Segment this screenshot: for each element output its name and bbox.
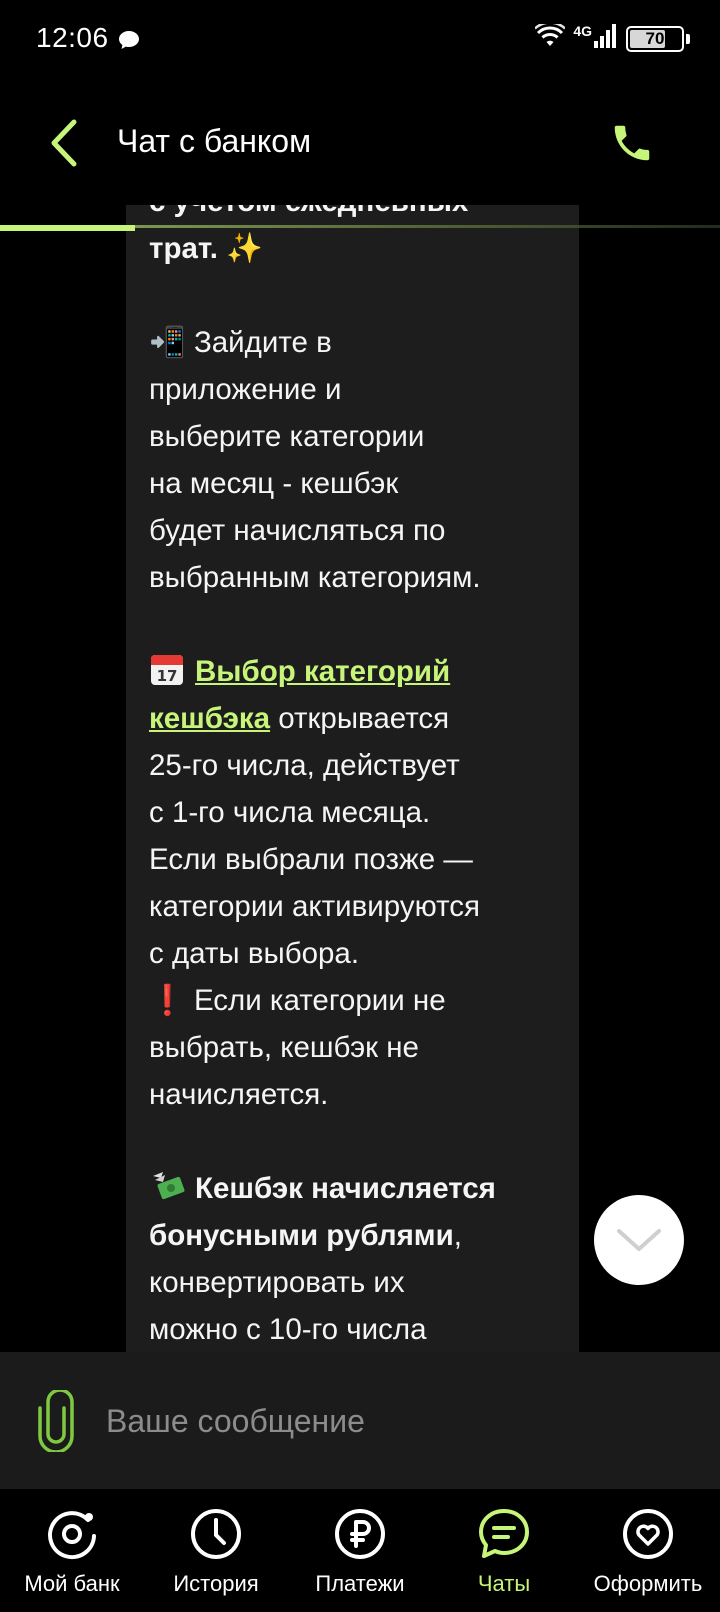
message-line: начисляется. — [149, 1078, 329, 1111]
nav-label: История — [173, 1571, 259, 1596]
message-line: Если выбрали позже — — [149, 843, 473, 876]
scroll-to-bottom-button[interactable] — [594, 1195, 684, 1285]
message-line: с 1-го числа месяца. — [149, 796, 431, 829]
chat-header: Чат с банком — [0, 95, 720, 190]
bottom-navigation: Мой банк История Платежи Чаты Оформить — [0, 1489, 720, 1612]
back-button[interactable] — [38, 115, 88, 171]
nav-label: Чаты — [477, 1571, 531, 1596]
network-type: 4G — [573, 22, 592, 39]
message-line: приложение и — [149, 373, 342, 406]
message-bold-line: Кешбэк начисляется — [195, 1172, 496, 1205]
message-composer — [0, 1352, 720, 1489]
nav-item-payments[interactable]: Платежи — [288, 1489, 432, 1612]
message-line: открывается — [270, 702, 450, 735]
status-bar: 12:06 4G 70 — [0, 0, 720, 80]
message-line: выбранным категориям. — [149, 561, 481, 594]
nav-label: Оформить — [593, 1571, 703, 1596]
message-line: будет начисляться по — [149, 514, 446, 547]
message-list[interactable]: с учетом ежедневных трат. ✨ 📲 Зайдите в … — [0, 205, 720, 1352]
battery-nub — [686, 33, 690, 44]
call-button[interactable] — [604, 115, 660, 171]
my-bank-icon — [43, 1505, 101, 1563]
sparkles-icon: ✨ — [226, 232, 263, 265]
message-bold-line: трат. — [149, 232, 218, 265]
wifi-icon — [534, 21, 567, 53]
message-line: Если категории не — [193, 984, 446, 1017]
clock-icon — [187, 1505, 245, 1563]
message-line: можно с 10-го числа — [149, 1313, 427, 1346]
message-line: Зайдите в — [193, 326, 332, 359]
cashback-categories-link[interactable]: Выбор категорий — [195, 655, 450, 688]
status-indicators: 4G 70 — [534, 21, 690, 53]
message-bold-line: с учетом ежедневных — [149, 205, 468, 218]
chevron-left-icon — [51, 119, 77, 167]
chat-icon — [475, 1505, 533, 1563]
nav-label: Мой банк — [24, 1571, 120, 1596]
message-line: 25-го числа, действует — [149, 749, 460, 782]
chat-screen: 12:06 4G 70 Чат с банком трат. ✨ 📲 Зайди… — [0, 0, 720, 1612]
message-line: конвертировать их — [149, 1266, 405, 1299]
message-bold-line: бонусными рублями — [149, 1219, 454, 1252]
calendar-icon: 17 — [149, 651, 185, 687]
nav-label: Платежи — [315, 1571, 405, 1596]
heart-icon — [619, 1505, 677, 1563]
exclamation-icon: ❗ — [149, 984, 186, 1017]
message-line: с даты выбора. — [149, 937, 360, 970]
nav-item-chats[interactable]: Чаты — [432, 1489, 576, 1612]
message-punct: , — [453, 1219, 462, 1252]
message-text: с учетом ежедневных трат. ✨ 📲 Зайдите в … — [149, 205, 569, 1352]
message-line: выбрать, кешбэк не — [149, 1031, 419, 1064]
cashback-categories-link-cont[interactable]: кешбэка — [149, 702, 270, 735]
message-line: на месяц - кешбэк — [149, 467, 399, 500]
phone-icon — [614, 125, 650, 161]
battery-icon: 70 — [626, 25, 684, 52]
chat-notification-icon — [118, 30, 140, 55]
page-title: Чат с банком — [117, 123, 312, 159]
mobile-arrow-icon: 📲 — [149, 326, 186, 359]
render-artifact-line — [0, 225, 720, 231]
message-line: выберите категории — [149, 420, 425, 453]
ruble-icon — [331, 1505, 389, 1563]
attach-button[interactable] — [36, 1388, 76, 1454]
message-input[interactable] — [106, 1388, 686, 1454]
nav-item-my-bank[interactable]: Мой банк — [0, 1489, 144, 1612]
nav-item-history[interactable]: История — [144, 1489, 288, 1612]
signal-icon — [594, 24, 618, 53]
status-time: 12:06 — [36, 22, 109, 53]
nav-item-apply[interactable]: Оформить — [576, 1489, 720, 1612]
paperclip-icon — [38, 1388, 74, 1454]
chevron-down-icon — [617, 1229, 661, 1251]
message-bubble: с учетом ежедневных трат. ✨ 📲 Зайдите в … — [126, 205, 579, 1352]
message-line: категории активируются — [149, 890, 480, 923]
money-wings-icon — [149, 1168, 185, 1204]
battery-level: 70 — [645, 28, 665, 48]
svg-text:17: 17 — [157, 667, 178, 685]
